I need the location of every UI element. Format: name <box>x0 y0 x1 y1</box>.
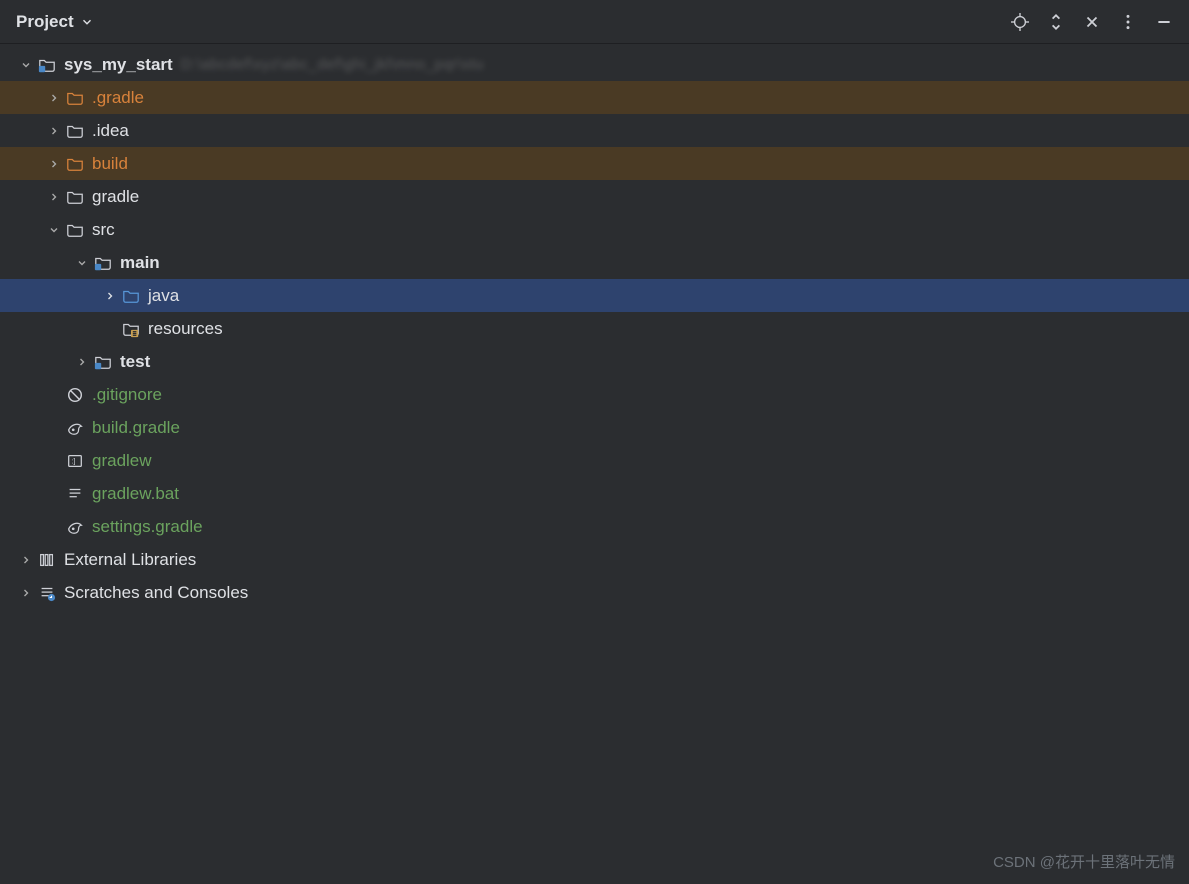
tree-node-resources[interactable]: resources <box>0 312 1189 345</box>
chevron-right-icon[interactable] <box>100 290 120 302</box>
minimize-icon[interactable] <box>1155 13 1173 31</box>
svg-text::]: :] <box>71 456 75 465</box>
tree-node-label: .gradle <box>92 88 144 108</box>
tree-node-idea[interactable]: .idea <box>0 114 1189 147</box>
chevron-down-icon <box>80 15 94 29</box>
tree-node-gradle-dir[interactable]: gradle <box>0 180 1189 213</box>
chevron-right-icon[interactable] <box>44 158 64 170</box>
tree-node-label: java <box>148 286 179 306</box>
resources-folder-icon <box>120 320 142 338</box>
chevron-right-icon[interactable] <box>16 587 36 599</box>
tree-node-gitignore[interactable]: .gitignore <box>0 378 1189 411</box>
tree-node-label: settings.gradle <box>92 517 203 537</box>
tree-node-label: test <box>120 352 150 372</box>
tree-node-label: src <box>92 220 115 240</box>
shell-file-icon: :] <box>64 452 86 470</box>
tree-node-label: .idea <box>92 121 129 141</box>
folder-icon <box>64 89 86 107</box>
tree-node-label: .gitignore <box>92 385 162 405</box>
tree-node-label: build.gradle <box>92 418 180 438</box>
project-header: Project <box>0 0 1189 44</box>
folder-icon <box>64 188 86 206</box>
tree-node-label: build <box>92 154 128 174</box>
text-file-icon <box>64 485 86 503</box>
close-icon[interactable] <box>1083 13 1101 31</box>
tree-node-label: gradlew <box>92 451 152 471</box>
project-path-blurred: D:\abcdef\xyz\abc_def\ghi_jkl\mno_pqr\st… <box>181 56 484 73</box>
tree-node-build[interactable]: build <box>0 147 1189 180</box>
tree-node-label: main <box>120 253 160 273</box>
target-icon[interactable] <box>1011 13 1029 31</box>
module-folder-icon <box>92 353 114 371</box>
tree-node-label: sys_my_start <box>64 55 173 75</box>
project-title-label: Project <box>16 12 74 32</box>
tree-node-label: Scratches and Consoles <box>64 583 248 603</box>
tree-node-java[interactable]: java <box>0 279 1189 312</box>
tree-node-gradlew[interactable]: :] gradlew <box>0 444 1189 477</box>
expand-collapse-icon[interactable] <box>1047 13 1065 31</box>
scratch-icon <box>36 584 58 602</box>
header-toolbar <box>1011 13 1173 31</box>
tree-node-gradle-excluded[interactable]: .gradle <box>0 81 1189 114</box>
tree-node-label: gradlew.bat <box>92 484 179 504</box>
watermark: CSDN @花开十里落叶无情 <box>993 851 1175 872</box>
source-folder-icon <box>120 287 142 305</box>
chevron-right-icon[interactable] <box>72 356 92 368</box>
tree-node-external-libraries[interactable]: External Libraries <box>0 543 1189 576</box>
folder-icon <box>64 155 86 173</box>
module-folder-icon <box>36 56 58 74</box>
chevron-right-icon[interactable] <box>44 191 64 203</box>
tree-node-test[interactable]: test <box>0 345 1189 378</box>
tree-node-label: External Libraries <box>64 550 196 570</box>
chevron-right-icon[interactable] <box>44 125 64 137</box>
tree-node-label: gradle <box>92 187 139 207</box>
chevron-right-icon[interactable] <box>16 554 36 566</box>
module-folder-icon <box>92 254 114 272</box>
library-icon <box>36 551 58 569</box>
chevron-down-icon[interactable] <box>44 224 64 236</box>
gradle-file-icon <box>64 419 86 437</box>
gradle-file-icon <box>64 518 86 536</box>
tree-node-label: resources <box>148 319 223 339</box>
folder-icon <box>64 122 86 140</box>
ignore-file-icon <box>64 386 86 404</box>
tree-node-src[interactable]: src <box>0 213 1189 246</box>
tree-node-scratches[interactable]: Scratches and Consoles <box>0 576 1189 609</box>
tree-node-main[interactable]: main <box>0 246 1189 279</box>
chevron-down-icon[interactable] <box>72 257 92 269</box>
chevron-right-icon[interactable] <box>44 92 64 104</box>
tree-node-gradlew-bat[interactable]: gradlew.bat <box>0 477 1189 510</box>
chevron-down-icon[interactable] <box>16 59 36 71</box>
more-icon[interactable] <box>1119 13 1137 31</box>
project-title-dropdown[interactable]: Project <box>16 12 94 32</box>
folder-icon <box>64 221 86 239</box>
project-tree: sys_my_start D:\abcdef\xyz\abc_def\ghi_j… <box>0 44 1189 613</box>
tree-node-root[interactable]: sys_my_start D:\abcdef\xyz\abc_def\ghi_j… <box>0 48 1189 81</box>
tree-node-settings-gradle[interactable]: settings.gradle <box>0 510 1189 543</box>
tree-node-build-gradle[interactable]: build.gradle <box>0 411 1189 444</box>
